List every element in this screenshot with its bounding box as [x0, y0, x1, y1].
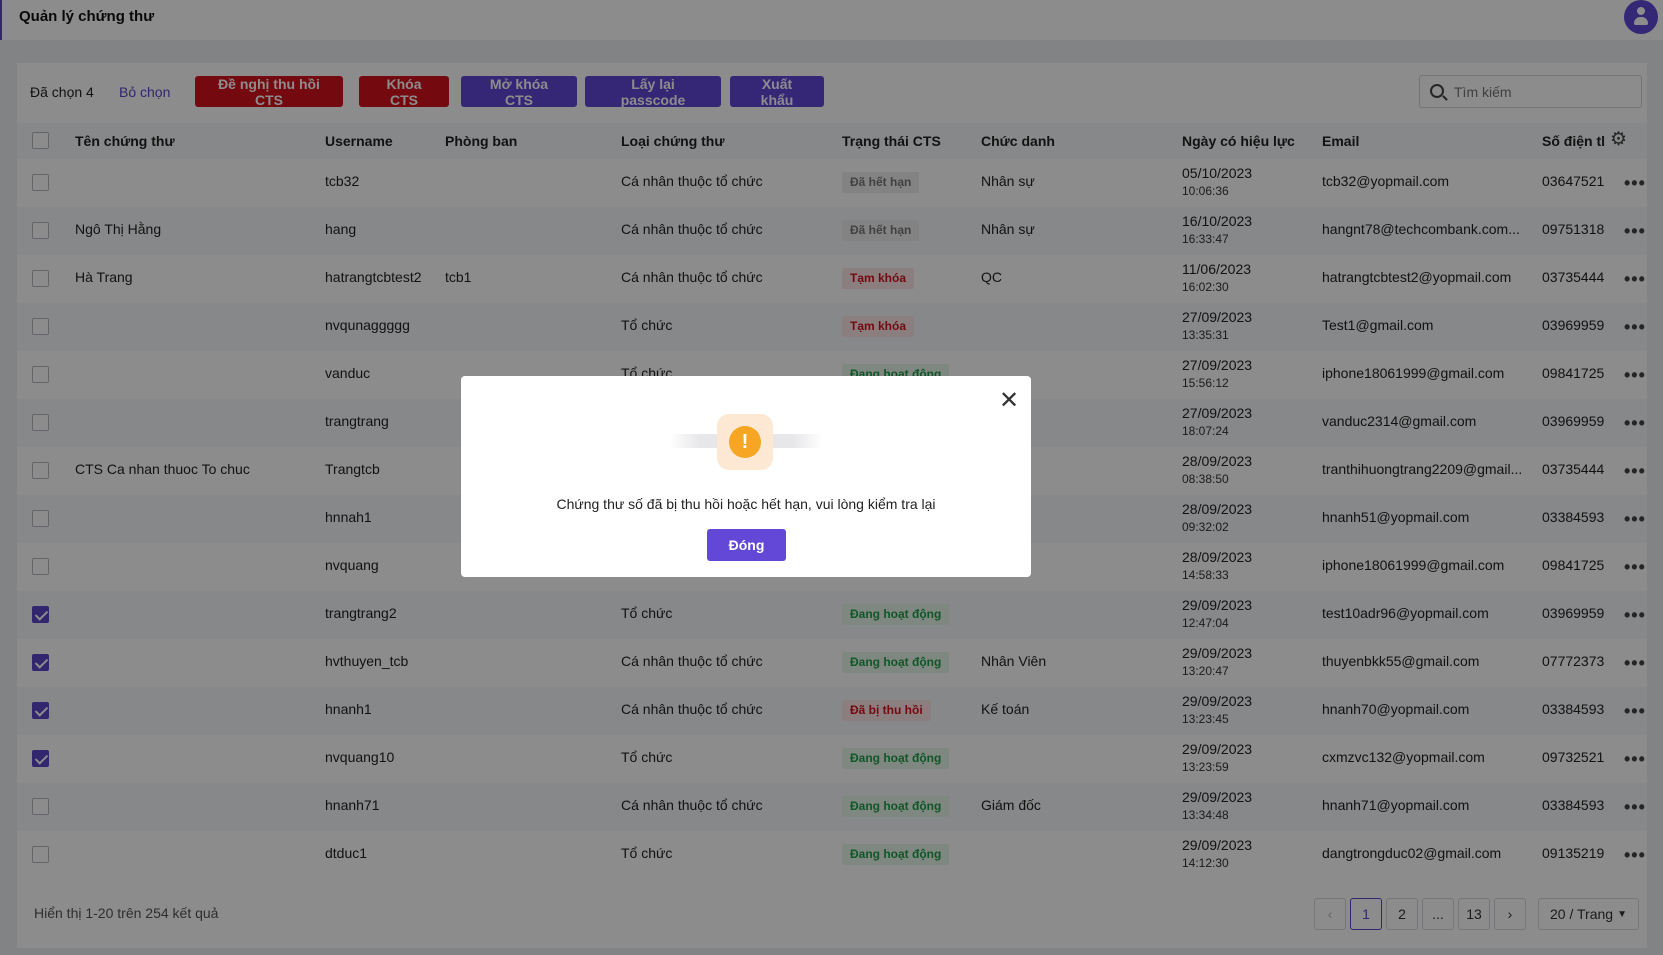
alert-dialog: ✕ ! Chứng thư số đã bị thu hồi hoặc hết … — [461, 376, 1031, 577]
dialog-message: Chứng thư số đã bị thu hồi hoặc hết hạn,… — [556, 496, 936, 512]
warning-illustration: ! — [669, 412, 823, 472]
close-dialog-button[interactable]: Đóng — [707, 529, 786, 561]
close-icon[interactable]: ✕ — [999, 389, 1019, 413]
warning-icon: ! — [729, 426, 761, 458]
app: Quản lý chứng thư Đã chọn 4 Bỏ chọn Đề n… — [0, 0, 1663, 955]
warning-badge: ! — [717, 414, 773, 470]
